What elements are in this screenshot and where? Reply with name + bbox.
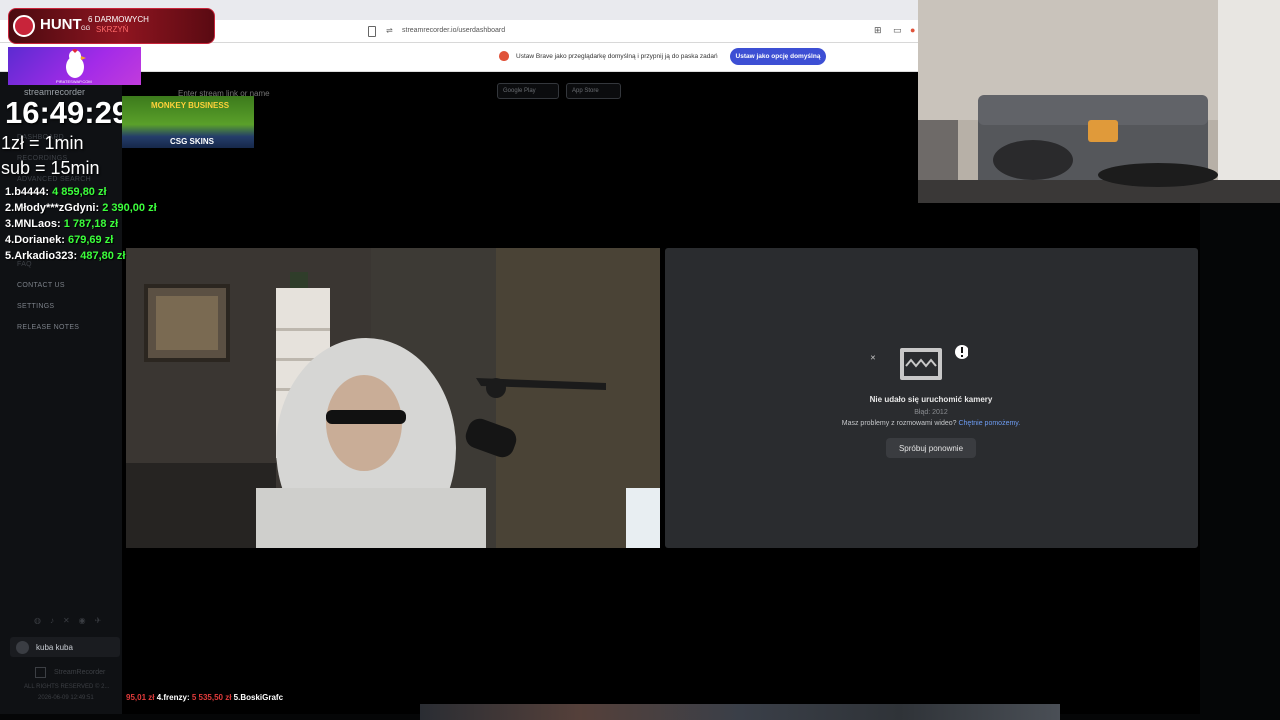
leaderboard-name: b4444: bbox=[14, 186, 50, 198]
leaderboard-row: 2.Młody***zGdyni: 2 390,00 zł bbox=[5, 202, 157, 214]
footer-logo-icon bbox=[35, 667, 46, 678]
social-icons[interactable]: ◍♪✕◉✈ bbox=[34, 616, 110, 625]
participant-video-frame bbox=[126, 248, 660, 548]
window-icon[interactable]: ▭ bbox=[893, 25, 902, 36]
camera-help-line: Masz problemy z rozmowami wideo? Chętnie… bbox=[771, 420, 1091, 427]
leaderboard-row: 3.MNLaos: 1 787,18 zł bbox=[5, 218, 118, 230]
user-name: kuba kuba bbox=[36, 643, 73, 652]
leaderboard-name: MNLaos: bbox=[14, 218, 61, 230]
hunt-offer-line-1: 6 DARMOWYCH bbox=[88, 15, 149, 24]
leaderboard-rank: 3. bbox=[5, 218, 15, 230]
ticker-name: 4.frenzy: bbox=[156, 693, 190, 702]
ticker-amount: 5 535,50 zł bbox=[191, 693, 232, 702]
brave-logo-icon bbox=[499, 51, 509, 61]
csg-skins-label: CSG SKINS bbox=[170, 137, 215, 146]
leaderboard-rank: 5. bbox=[5, 250, 15, 262]
camera-error-code: Błąd: 2012 bbox=[914, 409, 948, 416]
leaderboard-name: Arkadio323: bbox=[14, 250, 78, 262]
footer-rights: ALL RIGHTS RESERVED © 2... bbox=[24, 684, 110, 690]
camera-error-icon bbox=[900, 345, 968, 380]
sparkle-icon: ✕ bbox=[870, 355, 876, 362]
leaderboard-amount: 487,80 zł bbox=[80, 250, 126, 262]
leaderboard-rank: 1. bbox=[5, 186, 15, 198]
nav-release-notes[interactable]: RELEASE NOTES bbox=[17, 324, 79, 331]
leaderboard-amount: 1 787,18 zł bbox=[63, 218, 119, 230]
user-avatar-icon[interactable] bbox=[16, 641, 29, 654]
hunt-offer-line-2: SKRZYŃ bbox=[96, 25, 129, 34]
donation-rate: 1zł = 1min bbox=[1, 133, 84, 153]
leaderboard-amount: 4 859,80 zł bbox=[52, 186, 107, 198]
translate-icon[interactable]: ⊞ bbox=[874, 25, 882, 36]
set-default-browser-button[interactable]: Ustaw jako opcję domyślną bbox=[730, 48, 826, 65]
leaderboard-name: Dorianek: bbox=[14, 234, 65, 246]
google-play-badge[interactable]: Google Play bbox=[497, 83, 559, 99]
stream-clock: 16:49:29 bbox=[5, 95, 130, 130]
hunt-suffix: GG bbox=[81, 26, 91, 32]
footer-date: 2026-06-09 12:49:51 bbox=[38, 695, 94, 701]
camera-help-text: Masz problemy z rozmowami wideo? bbox=[841, 420, 957, 427]
leaderboard-name: Młody***zGdyni: bbox=[14, 202, 100, 214]
ticker-amount: 95,01 zł bbox=[126, 693, 155, 702]
site-settings-icon[interactable]: ⇌ bbox=[386, 26, 393, 35]
leaderboard-amount: 679,69 zł bbox=[68, 234, 114, 246]
leaderboard-row: 4.Dorianek: 679,69 zł bbox=[5, 234, 113, 246]
bookmark-icon[interactable] bbox=[368, 26, 376, 37]
ticker-name: 5.BoskiGrafc bbox=[233, 693, 284, 702]
streamer-webcam bbox=[918, 0, 1280, 203]
infobar-message: Ustaw Brave jako przeglądarkę domyślną i… bbox=[516, 53, 718, 60]
nav-settings[interactable]: SETTINGS bbox=[17, 303, 54, 310]
leaderboard-row: 5.Arkadio323: 487,80 zł bbox=[5, 250, 126, 262]
leaderboard-row: 1.b4444: 4 859,80 zł bbox=[5, 186, 107, 198]
brave-shields-icon[interactable]: ● bbox=[910, 25, 915, 35]
donation-ticker: 95,01 zł 4.frenzy: 5 535,50 zł 5.BoskiGr… bbox=[126, 693, 283, 702]
leaderboard-amount: 2 390,00 zł bbox=[102, 202, 157, 214]
leaderboard-rank: 4. bbox=[5, 234, 15, 246]
taskbar-thumbnails bbox=[420, 704, 1060, 720]
footer-brand: StreamRecorder bbox=[54, 669, 106, 676]
nav-faq[interactable]: FAQ bbox=[17, 261, 32, 268]
chicken-mascot-icon bbox=[66, 49, 86, 78]
participant-video bbox=[126, 248, 660, 548]
sub-rate: sub = 15min bbox=[1, 158, 100, 178]
leaderboard-rank: 2. bbox=[5, 202, 15, 214]
retry-button[interactable]: Spróbuj ponownie bbox=[886, 438, 976, 458]
camera-error-title: Nie udało się uruchomić kamery bbox=[869, 395, 993, 404]
monkey-business-title: MONKEY BUSINESS bbox=[150, 101, 230, 110]
hunt-logo-icon bbox=[13, 15, 35, 37]
hunt-title: HUNT bbox=[40, 16, 82, 33]
camera-help-link[interactable]: Chętnie pomożemy. bbox=[958, 420, 1020, 427]
app-store-badge[interactable]: App Store bbox=[566, 83, 621, 99]
webcam-frame bbox=[918, 0, 1280, 203]
nav-contact-us[interactable]: CONTACT US bbox=[17, 282, 65, 289]
url-text[interactable]: streamrecorder.io/userdashboard bbox=[402, 27, 505, 34]
promo-text: PIRATESWAP.COM bbox=[56, 79, 92, 84]
